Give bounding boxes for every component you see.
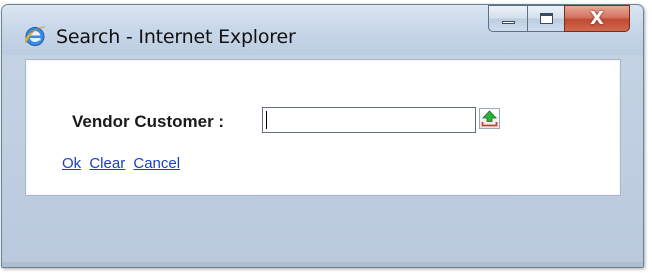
lookup-button[interactable] bbox=[479, 108, 500, 129]
search-form-panel: Vendor Customer : Ok Clear Cancel bbox=[25, 59, 621, 196]
cancel-link[interactable]: Cancel bbox=[133, 155, 180, 172]
minimize-button[interactable] bbox=[488, 5, 528, 32]
close-button[interactable]: X bbox=[564, 5, 630, 32]
text-caret bbox=[266, 111, 267, 129]
maximize-button[interactable] bbox=[527, 5, 565, 32]
vendor-customer-label: Vendor Customer : bbox=[72, 112, 225, 131]
status-bar bbox=[2, 262, 643, 267]
window-title: Search - Internet Explorer bbox=[56, 26, 296, 48]
close-icon: X bbox=[590, 8, 604, 29]
minimize-icon bbox=[502, 21, 515, 24]
maximize-icon bbox=[540, 13, 553, 24]
action-links: Ok Clear Cancel bbox=[62, 155, 184, 172]
lookup-arrow-icon bbox=[481, 110, 498, 127]
internet-explorer-icon bbox=[25, 26, 46, 46]
vendor-customer-input[interactable] bbox=[262, 107, 476, 133]
ok-link[interactable]: Ok bbox=[62, 155, 81, 172]
title-bar[interactable]: Search - Internet Explorer X bbox=[2, 5, 643, 55]
search-window: Search - Internet Explorer X Vendor Cust… bbox=[1, 4, 644, 268]
clear-link[interactable]: Clear bbox=[89, 155, 125, 172]
